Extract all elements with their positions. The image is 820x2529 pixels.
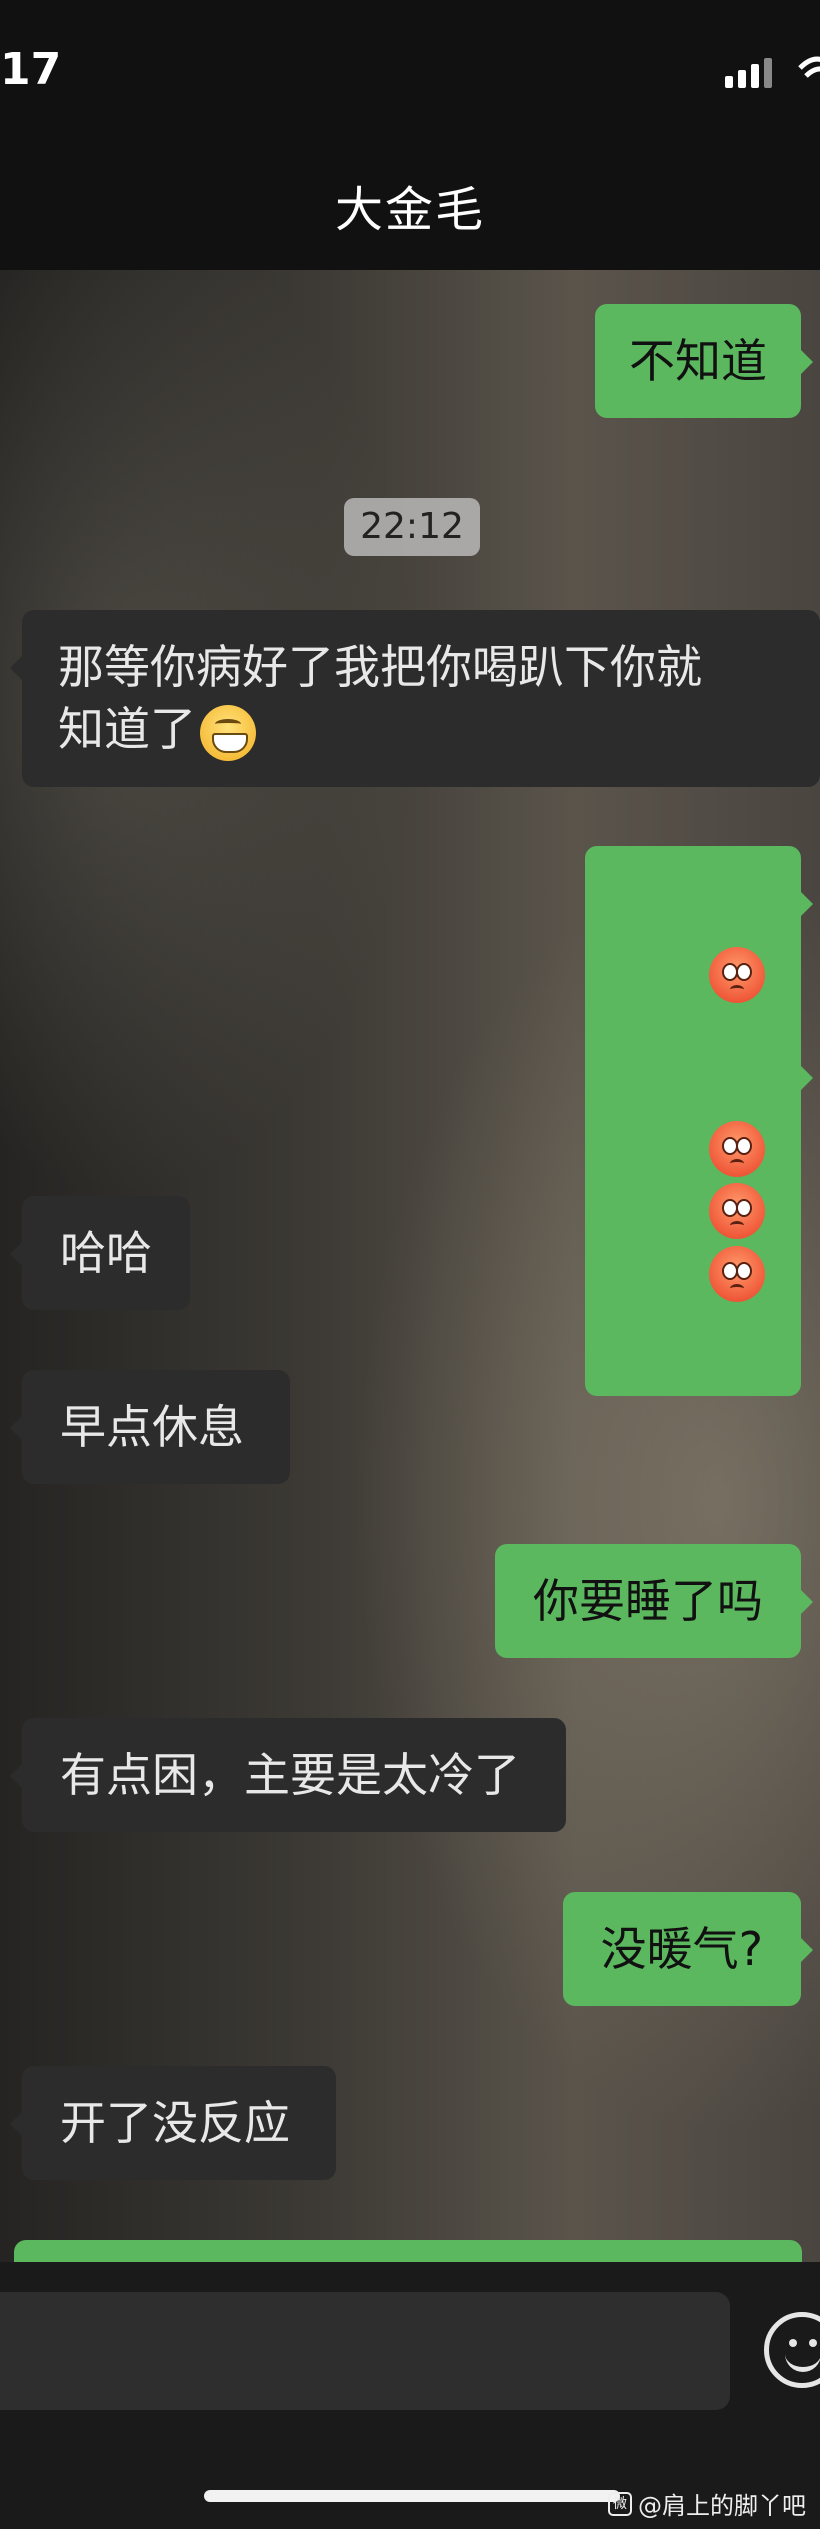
message-bubble[interactable]: 没暖气?: [562, 1892, 814, 2006]
wifi-icon: [798, 56, 820, 78]
status-time: 17: [0, 44, 62, 95]
message-incoming: 那等你病好了我把你喝趴下你就 知道了: [10, 610, 820, 787]
status-bar: 17: [0, 0, 820, 150]
message-incoming: 开了没反应: [10, 2066, 336, 2180]
message-outgoing: 不知道: [595, 304, 813, 418]
message-list[interactable]: 不知道 22:12 那等你病好了我把你喝趴下你就 知道了 哈哈 早点休息 你要睡…: [0, 270, 820, 2260]
message-input[interactable]: [0, 2292, 730, 2410]
home-indicator[interactable]: [204, 2490, 620, 2502]
message-incoming: 有点困，主要是太冷了: [10, 1718, 566, 1832]
contact-name: 大金毛: [334, 182, 485, 238]
time-divider: 22:12: [344, 498, 480, 556]
message-text: 那等你病好了我把你喝趴下你就 知道了: [58, 640, 702, 756]
flushed-face-icon: [709, 1183, 765, 1239]
flushed-face-icon: [709, 1120, 765, 1177]
message-bubble[interactable]: [585, 1020, 813, 1396]
message-bubble[interactable]: 早点休息: [10, 1370, 290, 1484]
message-outgoing: 没暖气?: [562, 1892, 814, 2006]
chat-header: 大金毛: [0, 150, 820, 270]
watermark-text: @肩上的脚丫吧: [638, 2492, 806, 2520]
flushed-face-icon: [709, 946, 765, 1003]
message-outgoing: 你要睡了吗: [495, 1544, 813, 1658]
message-bubble[interactable]: 开了没反应: [10, 2066, 336, 2180]
weibo-icon: 微: [608, 2491, 632, 2516]
message-incoming: 哈哈: [10, 1196, 190, 1310]
message-bubble[interactable]: 哈哈: [10, 1196, 190, 1310]
watermark: 微 @肩上的脚丫吧: [608, 2486, 806, 2521]
signal-icon: [725, 58, 772, 88]
message-outgoing: [585, 1020, 813, 1396]
flushed-face-icon: [709, 1245, 765, 1302]
message-incoming: 早点休息: [10, 1370, 290, 1484]
message-bubble[interactable]: 你要睡了吗: [495, 1544, 813, 1658]
emoji-button[interactable]: [764, 2312, 820, 2388]
input-bar: 微 @肩上的脚丫吧: [0, 2262, 820, 2529]
grin-icon: [200, 704, 256, 761]
message-bubble[interactable]: 那等你病好了我把你喝趴下你就 知道了: [10, 610, 820, 787]
message-bubble[interactable]: 有点困，主要是太冷了: [10, 1718, 566, 1832]
message-bubble[interactable]: 不知道: [595, 304, 813, 418]
